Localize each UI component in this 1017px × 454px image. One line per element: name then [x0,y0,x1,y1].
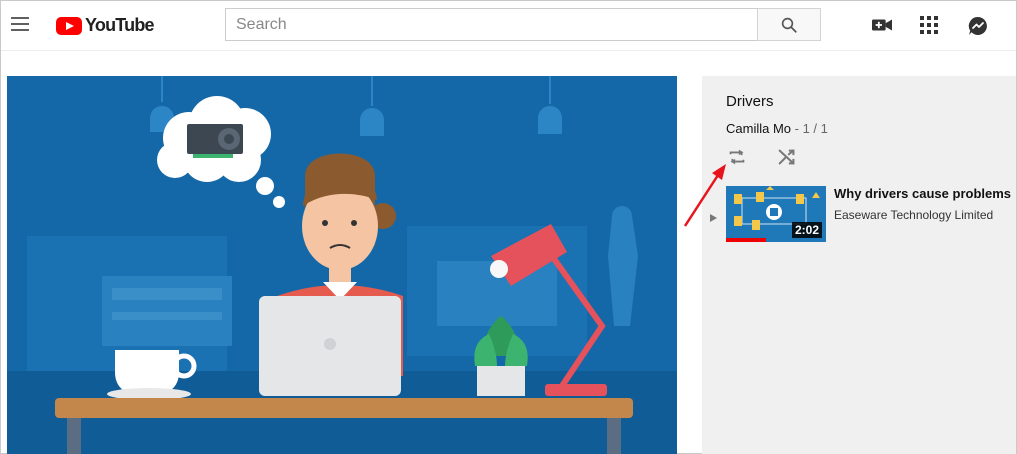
video-duration: 2:02 [791,222,822,238]
top-bar: YouTube [1,1,1016,51]
video-channel[interactable]: Easeware Technology Limited [834,208,993,222]
menu-icon[interactable] [11,17,29,31]
playlist-position: - 1 / 1 [791,121,828,136]
playlist-item[interactable]: 2:02 Why drivers cause problems Easeware… [702,180,1016,244]
playlist-title[interactable]: Drivers [726,93,774,110]
shuffle-playlist-icon[interactable] [776,146,798,168]
search-bar [225,8,821,41]
annotation-arrow [683,164,726,227]
playlist-owner-name[interactable]: Camilla Mo [726,121,791,136]
logo-text: YouTube [85,15,155,35]
video-thumbnail[interactable]: 2:02 [726,186,826,242]
youtube-logo[interactable]: YouTube [56,15,155,36]
search-icon [781,17,797,33]
video-player[interactable] [7,76,677,454]
play-logo-icon [56,16,82,35]
playlist-panel: Drivers Camilla Mo - 1 / 1 2:02 Why driv… [702,76,1016,454]
search-input[interactable] [225,8,757,41]
video-title[interactable]: Why drivers cause problems [834,186,1011,201]
video-camera-icon[interactable] [871,15,893,35]
messages-icon[interactable] [967,15,989,37]
apps-grid-icon[interactable] [919,15,939,35]
watched-progress-bar [726,238,766,242]
video-frame-illustration [7,76,677,454]
search-button[interactable] [757,8,821,41]
playlist-owner: Camilla Mo - 1 / 1 [726,121,828,136]
